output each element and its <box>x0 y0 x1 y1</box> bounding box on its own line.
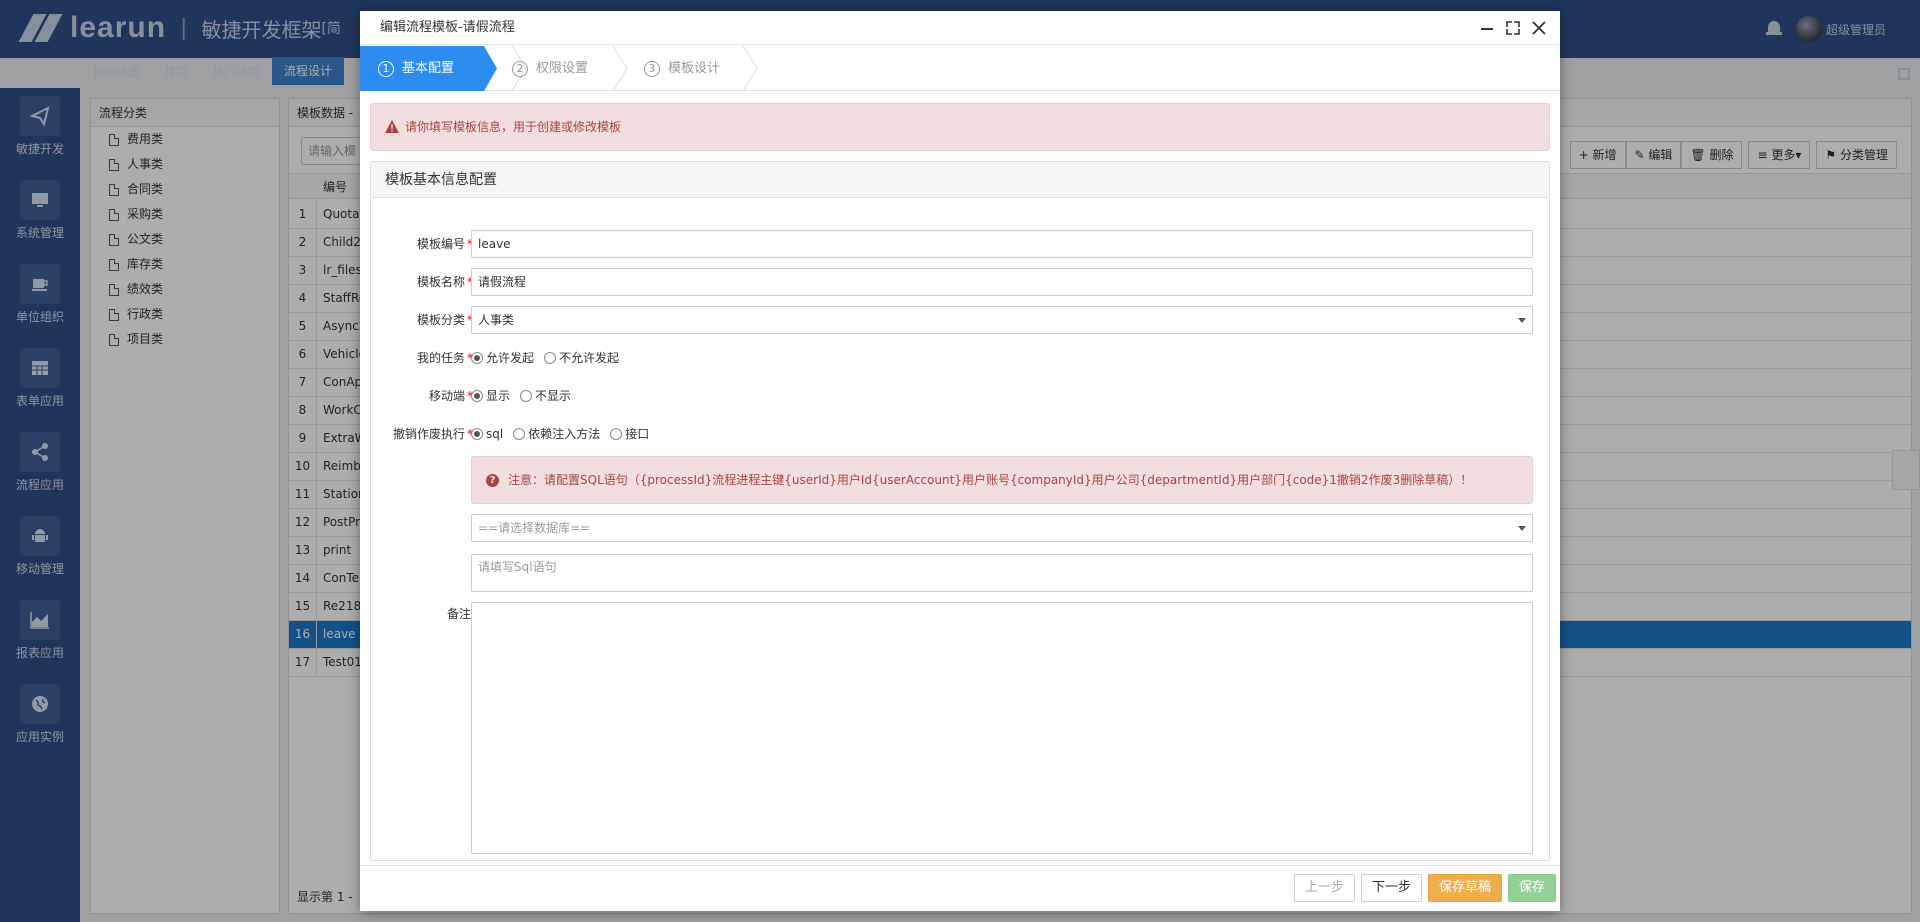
next-step-button[interactable]: 下一步 <box>1360 874 1422 902</box>
step-permission[interactable]: 2 权限设置 <box>512 46 588 91</box>
dialog-footer: 上一步 下一步 保存草稿 保存 <box>360 865 1560 911</box>
close-icon[interactable] <box>1528 17 1550 39</box>
database-select[interactable]: ==请选择数据库== <box>471 514 1533 542</box>
panel-title: 模板基本信息配置 <box>371 162 1549 198</box>
warning-icon <box>385 120 399 133</box>
note-label: 备注 <box>446 607 471 621</box>
prev-step-button[interactable]: 上一步 <box>1293 874 1355 902</box>
mobile-hide-radio[interactable]: 不显示 <box>520 382 571 410</box>
revoke-radio-group: sql 依赖注入方法 接口 <box>471 420 659 448</box>
sql-textarea[interactable]: 请填写Sql语句 <box>471 554 1533 592</box>
info-alert: 请你填写模板信息，用于创建或修改模板 <box>370 103 1550 151</box>
template-code-input[interactable]: leave <box>471 230 1533 258</box>
chevron-down-icon <box>1518 526 1526 531</box>
step-template-design[interactable]: 3 模板设计 <box>644 46 720 91</box>
row-mobile: 移动端 * 显示 不显示 <box>371 382 1551 410</box>
revoke-sql-radio[interactable]: sql <box>471 420 503 448</box>
sql-notice-alert: ? 注意：请配置SQL语句（{processId}流程进程主键{userId}用… <box>471 456 1533 504</box>
edit-template-dialog: 编辑流程模板-请假流程 1 基本配置 2 权限设置 3 模板设计 请你填写模板信息，用… <box>360 11 1560 911</box>
task-disallow-radio[interactable]: 不允许发起 <box>544 344 619 372</box>
step-basic-config[interactable]: 1 基本配置 <box>378 46 454 91</box>
row-template-category: 模板分类 * 人事类 <box>371 306 1551 334</box>
template-name-input[interactable]: 请假流程 <box>471 268 1533 296</box>
save-draft-button[interactable]: 保存草稿 <box>1427 874 1502 902</box>
question-circle-icon: ? <box>486 474 499 487</box>
row-revoke-exec: 撤销作废执行 * sql 依赖注入方法 接口 <box>371 420 1551 448</box>
mobile-radio-group: 显示 不显示 <box>471 382 581 410</box>
dialog-title: 编辑流程模板-请假流程 <box>360 11 1560 45</box>
revoke-api-radio[interactable]: 接口 <box>610 420 649 448</box>
my-task-radio-group: 允许发起 不允许发起 <box>471 344 629 372</box>
task-allow-radio[interactable]: 允许发起 <box>471 344 534 372</box>
row-my-task: 我的任务 * 允许发起 不允许发起 <box>371 344 1551 372</box>
minimize-icon[interactable] <box>1476 17 1498 39</box>
row-database: ==请选择数据库== <box>371 514 1551 542</box>
chevron-down-icon <box>1518 318 1526 323</box>
revoke-di-radio[interactable]: 依赖注入方法 <box>513 420 600 448</box>
step-bar: 1 基本配置 2 权限设置 3 模板设计 <box>360 46 1560 91</box>
maximize-icon[interactable] <box>1502 17 1524 39</box>
dialog-controls <box>1472 11 1550 45</box>
note-textarea[interactable] <box>471 602 1533 854</box>
template-category-select[interactable]: 人事类 <box>471 306 1533 334</box>
row-template-name: 模板名称 * 请假流程 <box>371 268 1551 296</box>
basic-info-panel: 模板基本信息配置 模板编号 * leave 模板名称 * 请假流程 模板分类 * 人事… <box>370 161 1550 861</box>
mobile-show-radio[interactable]: 显示 <box>471 382 510 410</box>
save-button[interactable]: 保存 <box>1507 874 1556 902</box>
row-template-code: 模板编号 * leave <box>371 230 1551 258</box>
